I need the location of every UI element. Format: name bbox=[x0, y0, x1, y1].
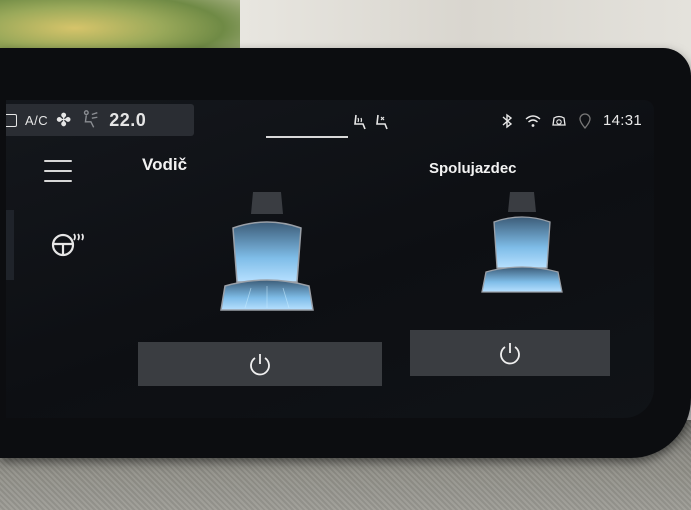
climate-strip[interactable]: A/C ✤ 22.0 bbox=[6, 104, 194, 136]
active-tab-indicator bbox=[266, 136, 348, 138]
steering-wheel-heat-icon[interactable] bbox=[50, 230, 84, 258]
fan-icon[interactable]: ✤ bbox=[56, 111, 71, 129]
driver-seat-title: Vodič bbox=[142, 155, 188, 174]
seat-tabs[interactable] bbox=[351, 113, 389, 131]
infotainment-screen: A/C ✤ 22.0 14:31 Vodič Spolujazdec bbox=[6, 100, 654, 418]
seat-vent-tab-icon[interactable] bbox=[373, 113, 389, 131]
temperature-readout[interactable]: 22.0 bbox=[109, 110, 146, 131]
menu-icon-line bbox=[44, 160, 72, 162]
seat-heat-tab-icon[interactable] bbox=[351, 113, 367, 131]
side-rail-edge bbox=[6, 210, 14, 280]
menu-button[interactable] bbox=[44, 160, 72, 182]
clock: 14:31 bbox=[602, 112, 642, 129]
bluetooth-icon bbox=[502, 113, 513, 128]
passenger-seat-title: Spolujazdec bbox=[429, 160, 517, 177]
status-indicators: 14:31 bbox=[499, 112, 642, 129]
wifi-icon bbox=[525, 114, 541, 127]
4g-icon bbox=[552, 115, 566, 126]
power-icon bbox=[250, 354, 270, 376]
menu-icon-line bbox=[44, 180, 72, 182]
ac-label[interactable]: A/C bbox=[25, 113, 48, 128]
driver-seat-power-button[interactable] bbox=[138, 342, 382, 386]
location-icon bbox=[579, 112, 591, 129]
airflow-icon[interactable] bbox=[79, 109, 101, 131]
recirculation-icon[interactable] bbox=[6, 113, 17, 127]
menu-icon-line bbox=[44, 170, 72, 172]
driver-seat-graphic[interactable] bbox=[211, 188, 323, 320]
passenger-seat-graphic[interactable] bbox=[476, 188, 568, 300]
power-icon bbox=[500, 343, 520, 365]
passenger-seat-power-button[interactable] bbox=[410, 330, 610, 376]
